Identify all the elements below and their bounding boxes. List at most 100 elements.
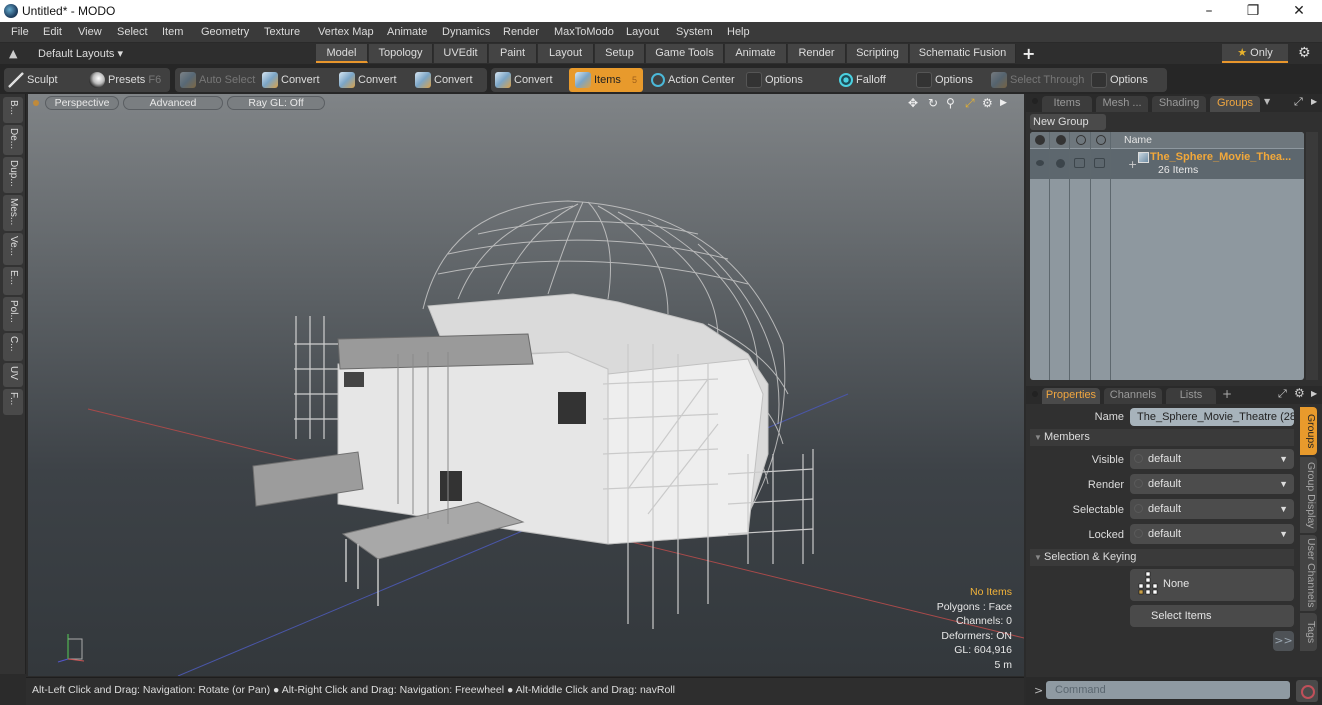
tab-scripting[interactable]: Scripting bbox=[847, 44, 909, 63]
render-column-icon[interactable] bbox=[1056, 135, 1066, 145]
tab-channels[interactable]: Channels bbox=[1104, 388, 1162, 404]
name-column-header[interactable]: Name bbox=[1124, 134, 1152, 146]
tab-schematic-fusion[interactable]: Schematic Fusion bbox=[910, 44, 1016, 63]
close-button[interactable]: ✕ bbox=[1276, 0, 1322, 22]
side-tab-tags[interactable]: Tags bbox=[1300, 613, 1317, 651]
tool-tab-vertex[interactable]: Ve... bbox=[3, 233, 23, 265]
layout-switcher-icon[interactable]: ▲ bbox=[9, 47, 17, 60]
menu-layout[interactable]: Layout bbox=[626, 26, 659, 38]
presets-button[interactable]: Presets F6 bbox=[89, 68, 161, 92]
selectable-dropdown[interactable]: default ▼ bbox=[1130, 499, 1294, 519]
tab-setup[interactable]: Setup bbox=[595, 44, 645, 63]
tool-tab-basic[interactable]: B... bbox=[3, 97, 23, 123]
add-tab-button[interactable]: + bbox=[1222, 387, 1232, 401]
tab-layout[interactable]: Layout bbox=[538, 44, 594, 63]
select-through-button[interactable]: Select Through bbox=[991, 68, 1084, 92]
maximize-panel-icon[interactable]: ⤢ bbox=[1278, 387, 1287, 401]
group-row[interactable]: + The_Sphere_Movie_Thea... 26 Items bbox=[1030, 149, 1304, 179]
select-through-options-button[interactable]: Options bbox=[1091, 68, 1148, 92]
tab-uvedit[interactable]: UVEdit bbox=[434, 44, 488, 63]
visibility-column-icon[interactable] bbox=[1035, 135, 1045, 145]
tab-render[interactable]: Render bbox=[788, 44, 846, 63]
tool-tab-curve[interactable]: C... bbox=[3, 333, 23, 361]
tab-model[interactable]: Model bbox=[316, 44, 368, 63]
side-tab-groups[interactable]: Groups bbox=[1300, 407, 1317, 455]
menu-vertex-map[interactable]: Vertex Map bbox=[318, 26, 374, 38]
lock-column-icon[interactable] bbox=[1096, 135, 1106, 145]
menu-system[interactable]: System bbox=[676, 26, 713, 38]
members-section-header[interactable]: ▼ Members bbox=[1030, 429, 1294, 446]
render-dropdown[interactable]: default ▼ bbox=[1130, 474, 1294, 494]
tab-animate[interactable]: Animate bbox=[725, 44, 787, 63]
convert-button-1[interactable]: Convert bbox=[262, 68, 320, 92]
tool-tab-duplicate[interactable]: Dup... bbox=[3, 157, 23, 193]
selectable-toggle[interactable] bbox=[1074, 158, 1085, 168]
side-tab-group-display[interactable]: Group Display bbox=[1300, 457, 1317, 533]
expand-group-icon[interactable]: + bbox=[1128, 158, 1137, 171]
convert-button-2[interactable]: Convert bbox=[339, 68, 397, 92]
menu-maxtomodo[interactable]: MaxToModo bbox=[554, 26, 614, 38]
sculpt-button[interactable]: Sculpt bbox=[8, 68, 58, 92]
gear-icon[interactable]: ⚙ bbox=[1298, 45, 1311, 61]
falloff-button[interactable]: Falloff bbox=[839, 68, 886, 92]
record-macro-button[interactable] bbox=[1296, 680, 1318, 702]
menu-texture[interactable]: Texture bbox=[264, 26, 300, 38]
tab-properties[interactable]: Properties bbox=[1042, 388, 1100, 404]
tab-topology[interactable]: Topology bbox=[369, 44, 433, 63]
visibility-toggle[interactable] bbox=[1036, 160, 1044, 166]
visible-dropdown[interactable]: default ▼ bbox=[1130, 449, 1294, 469]
restore-button[interactable]: ❐ bbox=[1230, 0, 1276, 22]
menu-edit[interactable]: Edit bbox=[43, 26, 62, 38]
locked-dropdown[interactable]: default ▼ bbox=[1130, 524, 1294, 544]
tab-mesh[interactable]: Mesh ... bbox=[1096, 96, 1148, 112]
menu-item[interactable]: Item bbox=[162, 26, 183, 38]
menu-view[interactable]: View bbox=[78, 26, 102, 38]
panel-menu-dot[interactable] bbox=[1032, 98, 1038, 104]
tab-game-tools[interactable]: Game Tools bbox=[646, 44, 724, 63]
default-layouts-dropdown[interactable]: Default Layouts ▾ bbox=[38, 47, 123, 60]
convert-button-4[interactable]: Convert bbox=[495, 68, 553, 92]
panel-expand-icon[interactable]: ▶ bbox=[1311, 389, 1317, 398]
menu-geometry[interactable]: Geometry bbox=[201, 26, 249, 38]
side-tab-user-channels[interactable]: User Channels bbox=[1300, 535, 1317, 611]
panel-menu-dot[interactable] bbox=[1032, 391, 1038, 397]
selection-set-button[interactable]: None bbox=[1130, 569, 1294, 601]
lock-toggle[interactable] bbox=[1094, 158, 1105, 168]
selection-keying-section-header[interactable]: ▼ Selection & Keying bbox=[1030, 549, 1294, 566]
tab-lists[interactable]: Lists bbox=[1166, 388, 1216, 404]
convert-button-3[interactable]: Convert bbox=[415, 68, 473, 92]
groups-list-scrollbar[interactable] bbox=[1306, 132, 1318, 380]
menu-file[interactable]: File bbox=[11, 26, 29, 38]
tool-tab-deform[interactable]: De... bbox=[3, 125, 23, 155]
menu-dynamics[interactable]: Dynamics bbox=[442, 26, 490, 38]
tool-tab-mesh-edit[interactable]: Mes... bbox=[3, 195, 23, 231]
render-toggle[interactable] bbox=[1056, 159, 1065, 168]
menu-animate[interactable]: Animate bbox=[387, 26, 427, 38]
menu-render[interactable]: Render bbox=[503, 26, 539, 38]
menu-select[interactable]: Select bbox=[117, 26, 148, 38]
action-center-options-button[interactable]: Options bbox=[746, 68, 803, 92]
tabs-dropdown-icon[interactable]: ▼ bbox=[1264, 97, 1270, 106]
tab-paint[interactable]: Paint bbox=[489, 44, 537, 63]
command-input[interactable]: Command bbox=[1046, 681, 1290, 699]
action-center-button[interactable]: Action Center bbox=[651, 68, 735, 92]
tab-items[interactable]: Items bbox=[1042, 96, 1092, 112]
minimize-button[interactable]: – bbox=[1186, 0, 1232, 22]
falloff-options-button[interactable]: Options bbox=[916, 68, 973, 92]
new-group-button[interactable]: New Group bbox=[1030, 114, 1106, 130]
panel-expand-icon[interactable]: ▶ bbox=[1311, 97, 1317, 106]
tool-tab-polygon[interactable]: Pol... bbox=[3, 297, 23, 331]
group-name[interactable]: The_Sphere_Movie_Thea... bbox=[1150, 151, 1291, 163]
panel-settings-icon[interactable]: ⚙ bbox=[1294, 386, 1305, 400]
maximize-panel-icon[interactable]: ⤢ bbox=[1294, 95, 1303, 109]
tool-tab-edge[interactable]: E... bbox=[3, 267, 23, 295]
tab-shading[interactable]: Shading bbox=[1152, 96, 1206, 112]
items-mode-button[interactable]: Items 5 bbox=[569, 68, 643, 92]
only-filter-button[interactable]: ★ Only bbox=[1222, 44, 1288, 63]
more-button[interactable]: >> bbox=[1273, 631, 1294, 651]
tool-tab-uv[interactable]: UV bbox=[3, 363, 23, 387]
3d-viewport[interactable]: Perspective Advanced Ray GL: Off ✥ ↻ ⚲ ⤢… bbox=[28, 94, 1024, 676]
select-items-button[interactable]: Select Items bbox=[1130, 605, 1294, 627]
add-layout-tab-button[interactable]: + bbox=[1022, 44, 1035, 63]
group-name-field[interactable]: The_Sphere_Movie_Theatre (28) bbox=[1130, 408, 1294, 426]
